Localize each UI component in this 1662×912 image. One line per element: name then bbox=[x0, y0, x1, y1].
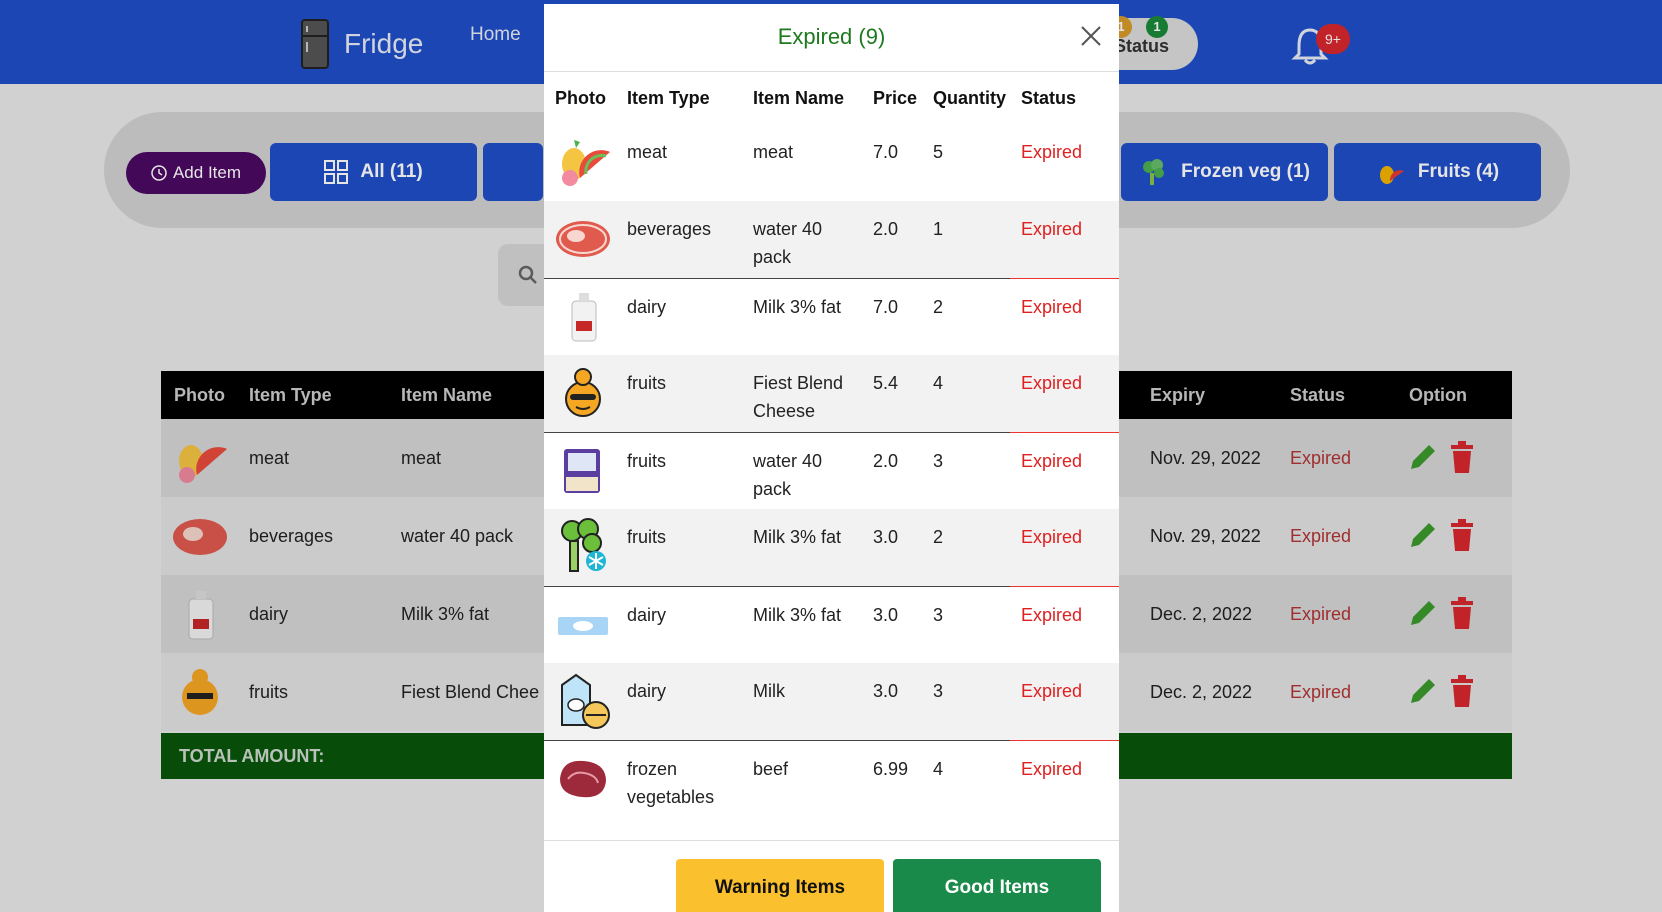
modal-header: Expired (9) bbox=[544, 4, 1119, 72]
row-status: Expired bbox=[1010, 585, 1119, 663]
row-name: Fiest Blend Cheese bbox=[742, 355, 862, 432]
row-price: 3.0 bbox=[862, 663, 922, 740]
row-status: Expired bbox=[1010, 277, 1119, 355]
table-row: fruits Milk 3% fat 3.0 2 Expired bbox=[544, 509, 1119, 586]
table-row: beverages water 40 pack 2.0 1 Expired bbox=[544, 201, 1119, 278]
modal-footer: Warning Items Good Items bbox=[544, 840, 1119, 912]
row-type: beverages bbox=[616, 201, 742, 278]
col-price: Price bbox=[873, 87, 918, 108]
row-price: 7.0 bbox=[862, 277, 922, 355]
water-pack-icon bbox=[564, 448, 600, 493]
row-price: 6.99 bbox=[862, 739, 922, 817]
row-quantity: 3 bbox=[922, 663, 1010, 740]
expired-items-table: Photo Item Type Item Name Price Quantity… bbox=[544, 72, 1119, 817]
row-name: water 40 pack bbox=[742, 431, 862, 509]
row-type: fruits bbox=[616, 509, 742, 586]
cheese-character-icon bbox=[565, 368, 601, 417]
row-type: dairy bbox=[616, 663, 742, 740]
raw-beef-icon bbox=[560, 760, 606, 797]
row-price: 3.0 bbox=[862, 585, 922, 663]
dairy-products-icon bbox=[561, 673, 610, 729]
table-row: dairy Milk 3% fat 3.0 3 Expired bbox=[544, 585, 1119, 663]
row-name: Milk 3% fat bbox=[742, 585, 862, 663]
row-quantity: 2 bbox=[922, 277, 1010, 355]
row-name: meat bbox=[742, 124, 862, 201]
row-quantity: 4 bbox=[922, 739, 1010, 817]
expired-table-header: Photo Item Type Item Name Price Quantity… bbox=[544, 72, 1119, 124]
row-quantity: 4 bbox=[922, 355, 1010, 432]
row-price: 3.0 bbox=[862, 509, 922, 586]
row-type: fruits bbox=[616, 355, 742, 432]
row-quantity: 3 bbox=[922, 585, 1010, 663]
good-items-button[interactable]: Good Items bbox=[893, 859, 1101, 912]
col-photo: Photo bbox=[555, 87, 606, 108]
row-price: 7.0 bbox=[862, 124, 922, 201]
row-quantity: 3 bbox=[922, 431, 1010, 509]
row-type: dairy bbox=[616, 585, 742, 663]
row-type: dairy bbox=[616, 277, 742, 355]
table-row: dairy Milk 3.0 3 Expired bbox=[544, 663, 1119, 740]
close-icon[interactable] bbox=[1079, 24, 1103, 48]
modal-title: Expired (9) bbox=[777, 24, 886, 49]
row-quantity: 2 bbox=[922, 509, 1010, 586]
row-status: Expired bbox=[1010, 509, 1119, 586]
row-name: beef bbox=[742, 739, 862, 817]
fruit-basket-icon bbox=[562, 140, 610, 186]
milk-carton-icon bbox=[558, 616, 608, 635]
col-quantity: Quantity bbox=[933, 87, 1007, 108]
table-row: dairy Milk 3% fat 7.0 2 Expired bbox=[544, 277, 1119, 355]
row-status: Expired bbox=[1010, 355, 1119, 432]
row-type: fruits bbox=[616, 431, 742, 509]
col-item-type: Item Type bbox=[627, 87, 710, 108]
col-item-name: Item Name bbox=[753, 87, 845, 108]
row-status: Expired bbox=[1010, 124, 1119, 201]
row-price: 2.0 bbox=[862, 431, 922, 509]
table-row: fruits water 40 pack 2.0 3 Expired bbox=[544, 431, 1119, 509]
expired-items-modal: Expired (9) Photo Item Type Item Name Pr… bbox=[544, 4, 1119, 912]
row-name: Milk 3% fat bbox=[742, 509, 862, 586]
row-price: 5.4 bbox=[862, 355, 922, 432]
warning-items-button[interactable]: Warning Items bbox=[676, 859, 884, 912]
row-quantity: 1 bbox=[922, 201, 1010, 278]
table-row: frozen vegetables beef 6.99 4 Expired bbox=[544, 739, 1119, 817]
row-name: Milk 3% fat bbox=[742, 277, 862, 355]
row-status: Expired bbox=[1010, 663, 1119, 740]
row-name: Milk bbox=[742, 663, 862, 740]
col-status: Status bbox=[1021, 87, 1077, 108]
row-type: frozen vegetables bbox=[616, 739, 742, 817]
frozen-broccoli-icon bbox=[561, 518, 606, 572]
row-type: meat bbox=[616, 124, 742, 201]
row-price: 2.0 bbox=[862, 201, 922, 278]
table-row: meat meat 7.0 5 Expired bbox=[544, 124, 1119, 201]
table-row: fruits Fiest Blend Cheese 5.4 4 Expired bbox=[544, 355, 1119, 432]
steak-icon bbox=[556, 221, 610, 257]
row-name: water 40 pack bbox=[742, 201, 862, 278]
row-status: Expired bbox=[1010, 431, 1119, 509]
milk-jug-icon bbox=[571, 292, 597, 341]
row-quantity: 5 bbox=[922, 124, 1010, 201]
row-status: Expired bbox=[1010, 201, 1119, 278]
row-status: Expired bbox=[1010, 739, 1119, 817]
